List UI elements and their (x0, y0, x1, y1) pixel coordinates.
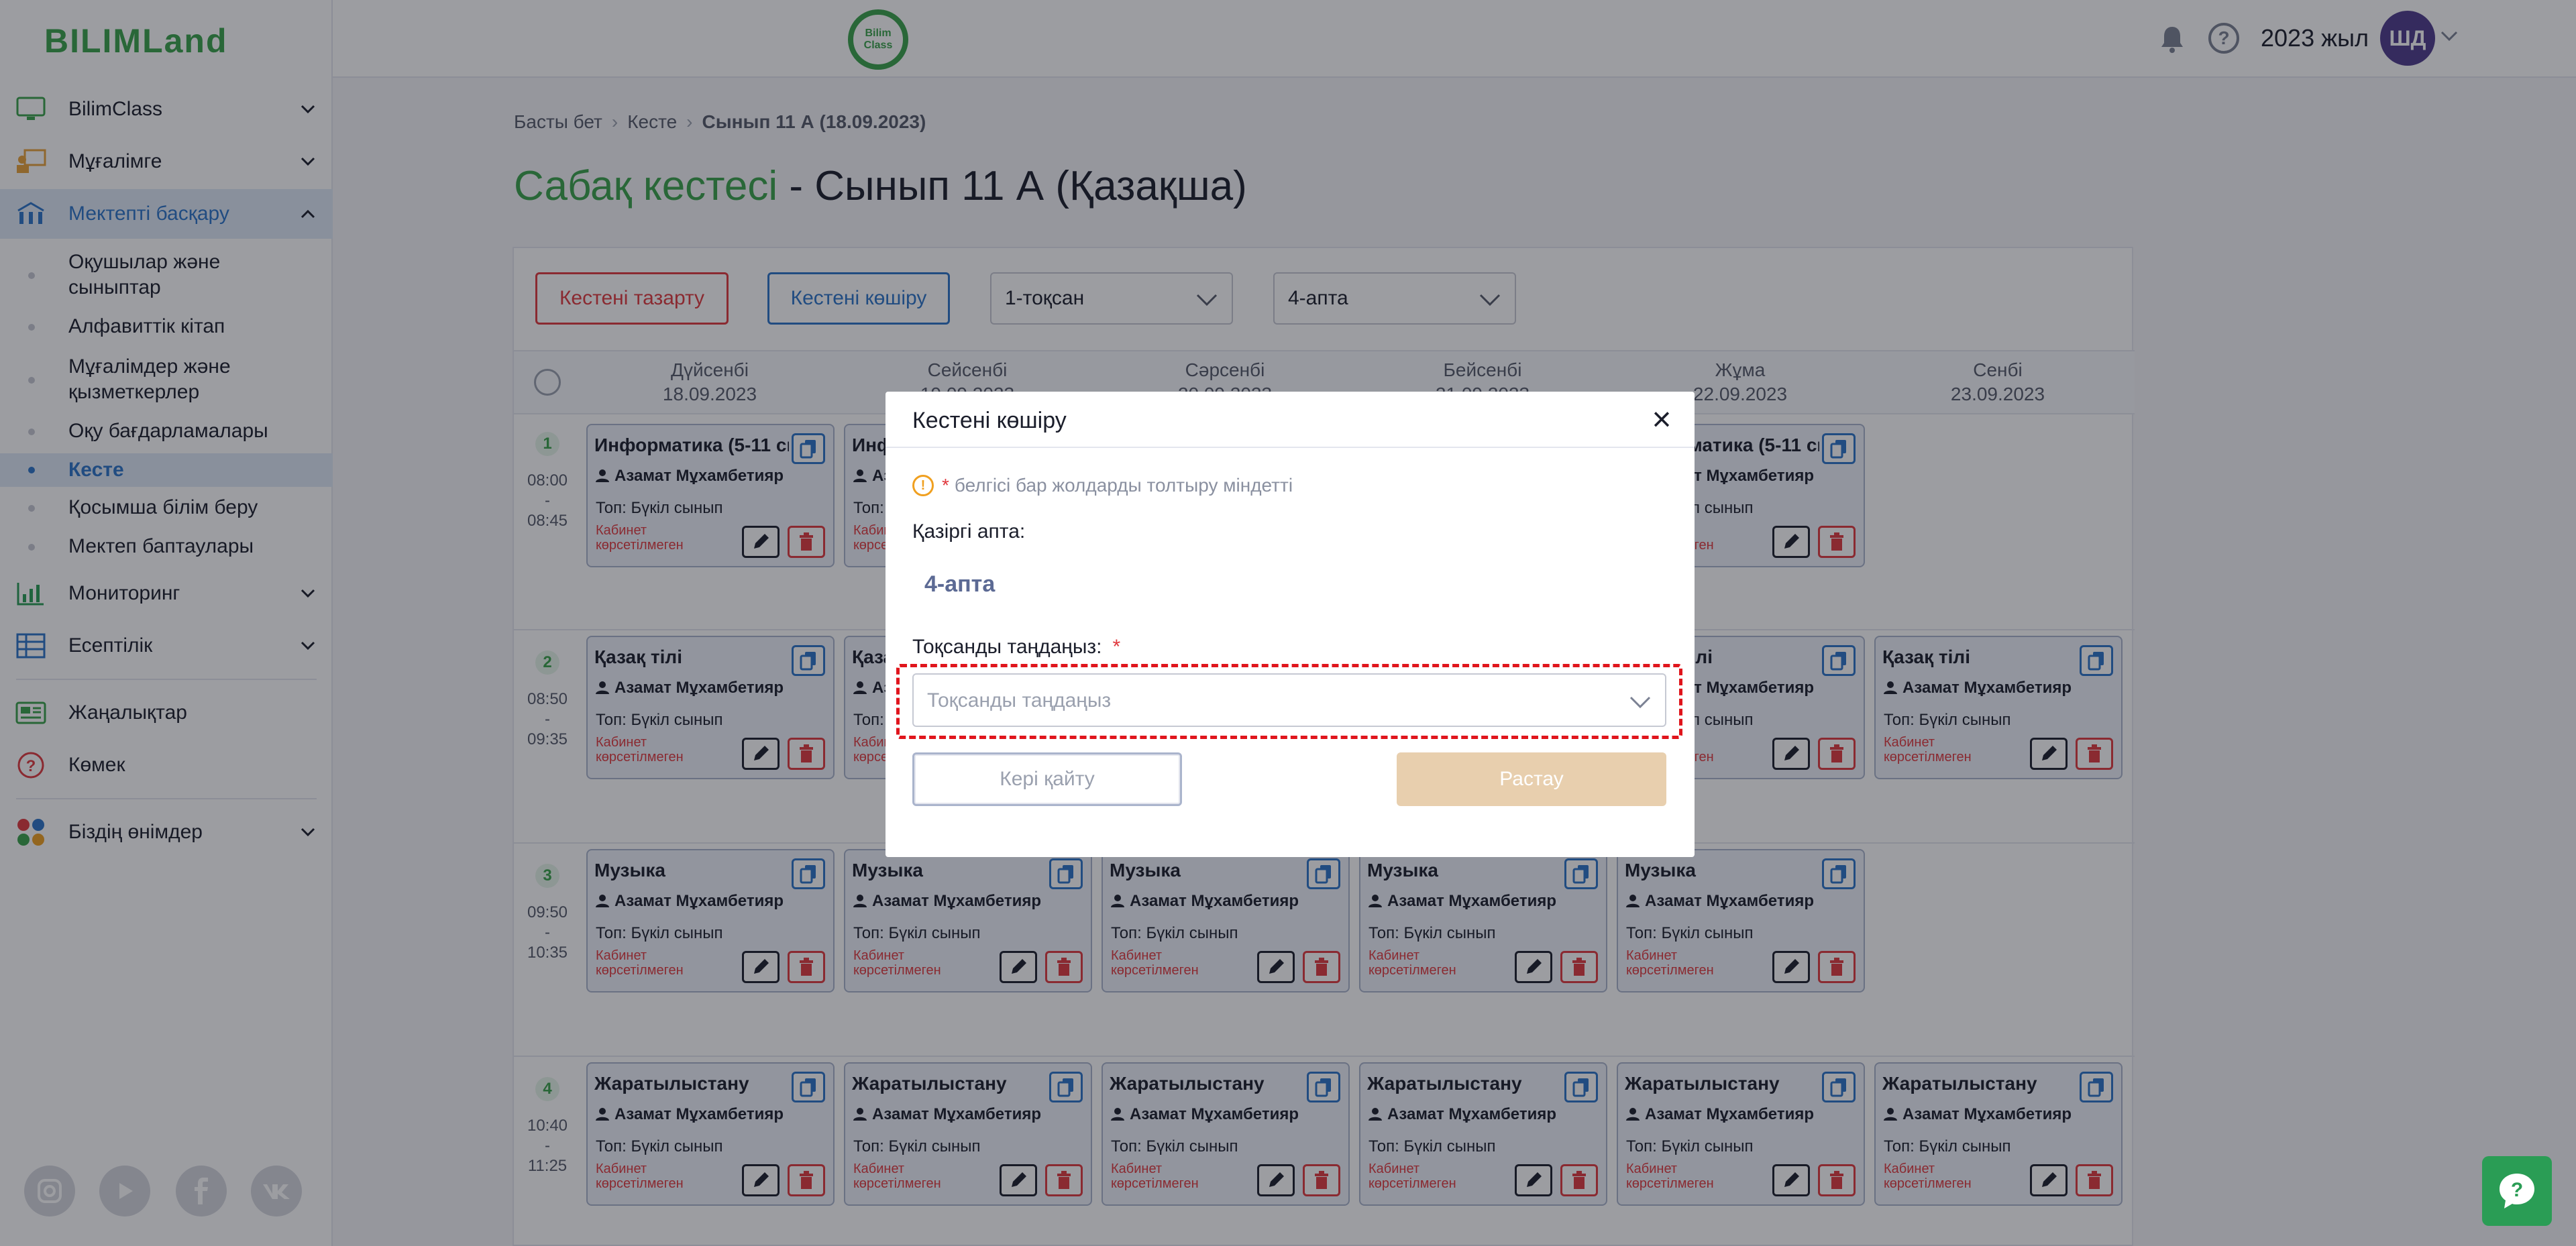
modal-header: Кестені көшіру × (885, 392, 1695, 448)
current-week-label: Қазіргі апта: (912, 520, 1026, 543)
quarter-dropdown[interactable]: Тоқсанды таңдаңыз (912, 673, 1666, 727)
modal-title: Кестені көшіру (912, 408, 1067, 433)
chevron-down-icon (1629, 689, 1652, 717)
info-icon: ! (912, 475, 934, 496)
copy-schedule-modal: Кестені көшіру × ! * белгісі бар жолдард… (885, 392, 1695, 857)
required-star: * (942, 475, 949, 496)
notice-text: белгісі бар жолдарды толтыру міндетті (954, 475, 1293, 496)
quarter-dropdown-placeholder: Тоқсанды таңдаңыз (927, 689, 1112, 712)
svg-text:?: ? (2511, 1179, 2523, 1201)
close-icon[interactable]: × (1645, 402, 1678, 436)
quarter-label: Тоқсанды таңдаңыз: * (912, 636, 1121, 658)
required-notice: ! * белгісі бар жолдарды толтыру міндетт… (912, 475, 1293, 496)
required-star: * (1112, 636, 1121, 658)
chat-question-icon: ? (2500, 1174, 2534, 1208)
chat-help-button[interactable]: ? (2482, 1156, 2552, 1226)
back-button[interactable]: Кері қайту (912, 752, 1182, 806)
confirm-button[interactable]: Растау (1397, 752, 1666, 806)
current-week-value: 4-апта (924, 571, 996, 597)
